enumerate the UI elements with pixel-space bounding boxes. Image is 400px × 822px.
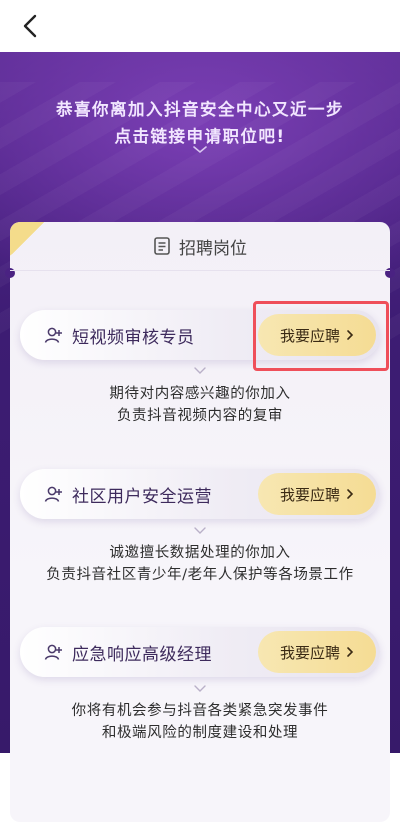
job-title-label: 应急响应高级经理: [72, 644, 212, 665]
apply-button-2[interactable]: 我要应聘: [258, 473, 376, 515]
add-user-icon: [44, 644, 62, 660]
job-row-3[interactable]: 应急响应高级经理 我要应聘: [20, 627, 380, 677]
document-icon: [154, 237, 170, 255]
job-description-2: 诚邀擅长数据处理的你加入 负责抖音社区青少年/老年人保护等各场景工作: [20, 542, 380, 586]
job-description-line: 期待对内容感兴趣的你加入: [109, 386, 291, 402]
job-title-label: 社区用户安全运营: [72, 486, 212, 507]
highlight-box: [253, 301, 389, 371]
chevron-right-icon: [347, 647, 354, 657]
chevron-down-icon: [194, 685, 206, 692]
chevron-down-icon: [194, 367, 206, 374]
top-bar: [0, 0, 400, 52]
apply-button-label: 我要应聘: [279, 643, 340, 662]
job-description-line: 你将有机会参与抖音各类紧急突发事件: [71, 703, 329, 719]
job-description-3: 你将有机会参与抖音各类紧急突发事件 和极端风险的制度建设和处理: [20, 700, 380, 744]
card-header: 招聘岗位: [10, 224, 390, 268]
job-description-1: 期待对内容感兴趣的你加入 负责抖音视频内容的复审: [20, 383, 380, 427]
apply-button-label: 我要应聘: [279, 485, 340, 504]
chevron-left-icon: [23, 14, 37, 38]
job-description-line: 负责抖音社区青少年/老年人保护等各场景工作: [46, 567, 354, 583]
card-header-divider: [10, 270, 390, 271]
add-user-icon: [44, 486, 62, 502]
add-user-icon: [44, 327, 62, 343]
apply-button-3[interactable]: 我要应聘: [258, 631, 376, 673]
chevron-right-icon: [347, 489, 354, 499]
job-row-2[interactable]: 社区用户安全运营 我要应聘: [20, 469, 380, 519]
job-description-line: 负责抖音视频内容的复审: [116, 408, 284, 424]
card-title: 招聘岗位: [179, 238, 247, 259]
job-description-line: 和极端风险的制度建设和处理: [101, 725, 299, 741]
job-description-line: 诚邀擅长数据处理的你加入: [109, 545, 291, 561]
hero-line-1: 恭喜你离加入抖音安全中心又近一步: [56, 100, 344, 119]
job-title-label: 短视频审核专员: [72, 327, 195, 348]
chevron-down-icon: [193, 146, 207, 154]
chevron-down-icon: [194, 527, 206, 534]
back-button[interactable]: [10, 6, 50, 46]
